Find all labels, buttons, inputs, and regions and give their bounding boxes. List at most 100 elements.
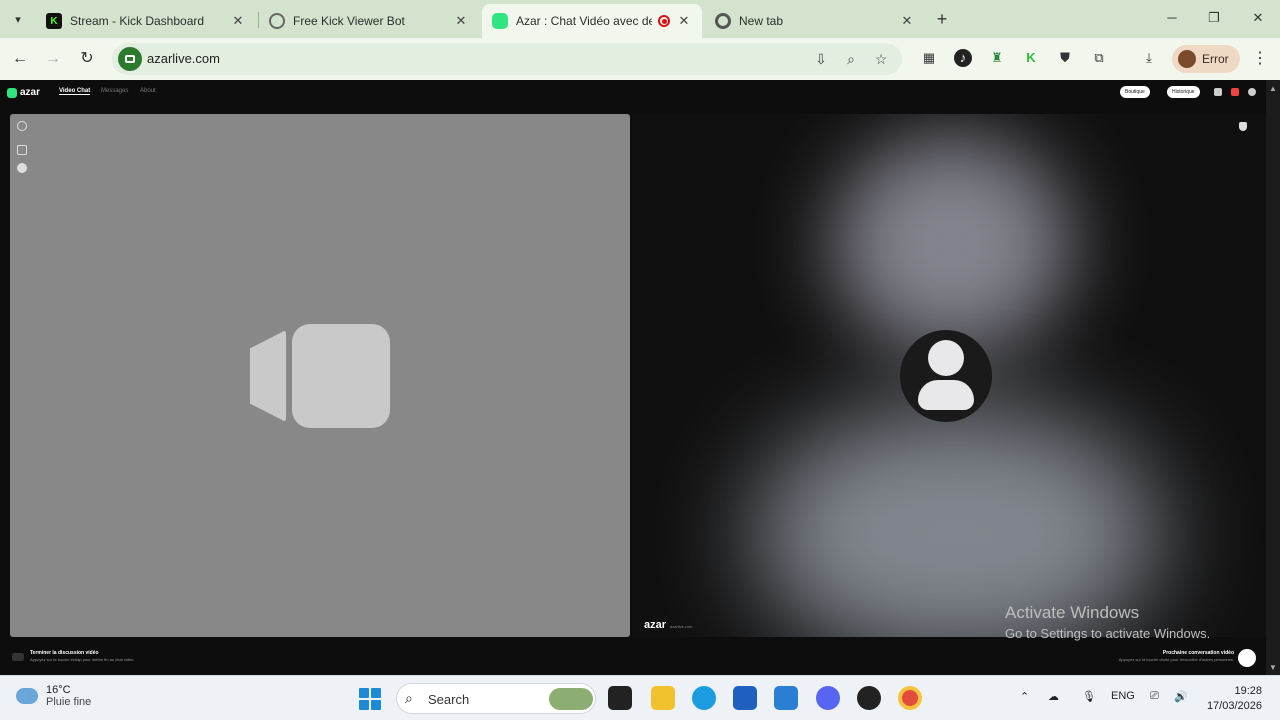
nav-video-chat[interactable]: Video Chat bbox=[59, 88, 91, 95]
notification-icon[interactable] bbox=[1231, 88, 1239, 96]
next-chat-hint: Prochaine conversation vidéo Appuyez sur… bbox=[1118, 650, 1234, 662]
activation-title: Activate Windows bbox=[1005, 603, 1140, 622]
chrome-taskbar-icon[interactable] bbox=[898, 686, 922, 710]
tab-title: Stream - Kick Dashboard bbox=[70, 14, 205, 28]
settings-icon[interactable] bbox=[17, 163, 27, 173]
show-hidden-icons-chevron[interactable]: ⌃ bbox=[1020, 690, 1029, 703]
bot-extension-icon[interactable]: ♜ bbox=[988, 49, 1006, 67]
windows-taskbar: 16°C Pluie fine ⌕ Search ⌃ ☁ 🎙 ENG ⎚ 🔊 1… bbox=[0, 675, 1280, 720]
effects-icon[interactable] bbox=[17, 145, 27, 155]
video-camera-icon bbox=[292, 324, 390, 428]
tab-free-kick-viewer-bot[interactable]: Free Kick Viewer Bot ✕ bbox=[259, 4, 479, 38]
search-label: Search bbox=[428, 692, 470, 707]
kick-extension-icon[interactable]: K bbox=[1022, 49, 1040, 67]
tab-new-tab[interactable]: New tab ✕ bbox=[705, 4, 925, 38]
profile-icon[interactable] bbox=[1248, 88, 1256, 96]
scroll-up-icon[interactable]: ▲ bbox=[1269, 84, 1277, 93]
onedrive-icon[interactable]: ☁ bbox=[1048, 690, 1059, 703]
downloads-icon[interactable]: ⤓ bbox=[1140, 49, 1158, 67]
azar-header: azar Video Chat Messages About Boutique … bbox=[0, 80, 1266, 106]
site-camera-icon[interactable] bbox=[118, 47, 142, 71]
page-scrollbar[interactable]: ▲ ▼ bbox=[1266, 80, 1280, 675]
install-app-icon[interactable]: ⇩ bbox=[812, 50, 830, 68]
close-icon[interactable]: ✕ bbox=[899, 13, 915, 29]
window-close-icon[interactable]: ✕ bbox=[1248, 8, 1268, 28]
azar-watermark: azar azarlive.com bbox=[644, 619, 693, 631]
weather-widget[interactable]: 16°C Pluie fine bbox=[16, 684, 91, 708]
nav-about[interactable]: About bbox=[140, 88, 156, 94]
report-shield-icon[interactable] bbox=[1239, 122, 1247, 131]
minimize-icon[interactable]: ─ bbox=[1162, 8, 1182, 28]
esc-key-icon bbox=[12, 653, 24, 661]
shield-extension-icon[interactable]: ⛊ bbox=[1056, 49, 1074, 67]
tab-title: Azar : Chat Vidéo avec de n bbox=[516, 14, 652, 28]
rain-cloud-icon bbox=[16, 688, 38, 704]
extensions-puzzle-icon[interactable]: ⧉ bbox=[1090, 49, 1108, 67]
messages-icon[interactable] bbox=[1214, 88, 1222, 96]
self-video-pane bbox=[10, 114, 630, 637]
bookmark-star-icon[interactable]: ☆ bbox=[872, 50, 890, 68]
network-icon[interactable]: ⎚ bbox=[1150, 690, 1159, 703]
outlook-icon[interactable] bbox=[774, 686, 798, 710]
system-clock[interactable]: 19:28 17/03/2026 bbox=[1198, 684, 1262, 714]
task-view-icon[interactable] bbox=[608, 686, 632, 710]
taskbar-search[interactable]: ⌕ Search bbox=[396, 683, 596, 714]
browser-toolbar: ← → ↻ azarlive.com ⇩ ⌕ ☆ ▦ ♪ ♜ K ⛊ ⧉ ⤓ E… bbox=[0, 38, 1280, 80]
historique-button[interactable]: Historique bbox=[1167, 86, 1200, 98]
language-indicator[interactable]: ENG bbox=[1111, 690, 1135, 702]
chrome-menu-icon[interactable]: ⋮ bbox=[1252, 49, 1268, 69]
recording-icon bbox=[658, 15, 670, 27]
azar-icon bbox=[492, 13, 508, 29]
close-icon[interactable]: ✕ bbox=[676, 13, 692, 29]
avatar bbox=[1178, 50, 1196, 68]
user-placeholder-icon bbox=[900, 330, 992, 422]
tab-title: New tab bbox=[739, 14, 784, 28]
azar-logo[interactable]: azar bbox=[7, 87, 40, 98]
discord-icon[interactable] bbox=[816, 686, 840, 710]
end-chat-hint[interactable]: Terminer la discussion vidéo Appuyez sur… bbox=[12, 650, 135, 662]
restore-icon[interactable]: ❐ bbox=[1204, 8, 1224, 28]
tab-search-chevron-icon[interactable]: ▾ bbox=[8, 9, 28, 29]
weather-condition: Pluie fine bbox=[46, 696, 92, 708]
filter-off-icon[interactable] bbox=[17, 121, 27, 131]
boutique-button[interactable]: Boutique bbox=[1120, 86, 1150, 98]
clock-time: 19:28 bbox=[1234, 685, 1262, 697]
video-camera-icon-lens bbox=[250, 330, 286, 422]
url-text[interactable]: azarlive.com bbox=[147, 51, 220, 66]
zoom-icon[interactable]: ⌕ bbox=[842, 50, 860, 68]
obs-icon[interactable] bbox=[857, 686, 881, 710]
tab-strip: ▾ K Stream - Kick Dashboard ✕ Free Kick … bbox=[0, 0, 1280, 38]
profile-label: Error bbox=[1202, 52, 1229, 66]
new-tab-button[interactable]: + bbox=[932, 9, 952, 29]
scroll-down-icon[interactable]: ▼ bbox=[1269, 663, 1277, 672]
close-icon[interactable]: ✕ bbox=[230, 13, 246, 29]
back-icon[interactable]: ← bbox=[10, 49, 30, 69]
nav-messages[interactable]: Messages bbox=[101, 88, 128, 94]
tab-kick-dashboard[interactable]: K Stream - Kick Dashboard ✕ bbox=[36, 4, 256, 38]
next-chat-button[interactable] bbox=[1238, 649, 1256, 667]
tab-azar[interactable]: Azar : Chat Vidéo avec de n ✕ bbox=[482, 4, 702, 38]
edge-icon[interactable] bbox=[692, 686, 716, 710]
forward-icon[interactable]: → bbox=[43, 49, 63, 69]
address-bar[interactable]: azarlive.com ⇩ ⌕ ☆ bbox=[112, 43, 902, 75]
file-explorer-icon[interactable] bbox=[651, 686, 675, 710]
partner-video-pane: azar azarlive.com bbox=[632, 114, 1266, 637]
weather-temperature: 16°C bbox=[46, 684, 71, 696]
azar-logo-icon bbox=[7, 87, 17, 98]
qr-extension-icon[interactable]: ▦ bbox=[920, 49, 938, 67]
azar-page: azar Video Chat Messages About Boutique … bbox=[0, 80, 1266, 675]
clock-date: 17/03/2026 bbox=[1206, 700, 1262, 712]
volume-icon[interactable]: 🔊 bbox=[1174, 690, 1188, 703]
microphone-icon[interactable]: 🎙 bbox=[1082, 690, 1096, 703]
windows-activation-watermark: Activate Windows Go to Settings to activ… bbox=[1005, 603, 1210, 641]
reload-icon[interactable]: ↻ bbox=[77, 49, 97, 69]
profile-button[interactable]: Error bbox=[1172, 45, 1240, 73]
search-icon: ⌕ bbox=[405, 690, 413, 706]
music-extension-icon[interactable]: ♪ bbox=[954, 49, 972, 67]
search-highlight-image bbox=[549, 688, 593, 710]
globe-icon bbox=[269, 13, 285, 29]
blurred-partner-head bbox=[832, 134, 1072, 354]
windows-start-icon[interactable] bbox=[359, 688, 381, 710]
close-icon[interactable]: ✕ bbox=[453, 13, 469, 29]
store-icon[interactable] bbox=[733, 686, 757, 710]
